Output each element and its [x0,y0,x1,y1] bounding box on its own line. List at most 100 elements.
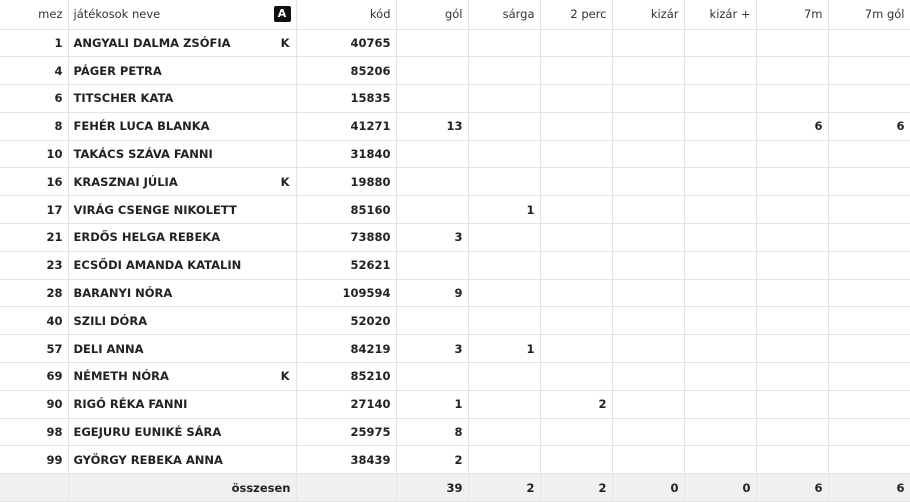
table-row[interactable]: 57 DELI ANNA 84219 3 1 [0,334,910,364]
table-row[interactable]: 99 GYÖRGY REBEKA ANNA 38439 2 [0,445,910,475]
cell-kizar [612,418,685,447]
table-row[interactable]: 6 TITSCHER KATA 15835 [0,84,910,113]
cell-2perc [540,56,613,86]
player-name[interactable]: SZILI DÓRA [74,314,148,328]
cell-7m-gol [828,362,910,391]
cell-sarga [468,29,541,58]
table-row[interactable]: 98 EGEJURU EUNIKÉ SÁRA 25975 8 [0,418,910,447]
player-name[interactable]: NÉMETH NÓRA [74,369,169,383]
cell-gol: 2 [396,445,469,475]
cell-mez: 16 [0,167,69,197]
table-row[interactable]: 69 NÉMETH NÓRA K 85210 [0,362,910,391]
player-name[interactable]: RIGÓ RÉKA FANNI [74,397,188,411]
table-row[interactable]: 21 ERDŐS HELGA REBEKA 73880 3 [0,223,910,252]
cell-2perc [540,334,613,364]
cell-mez: 40 [0,306,69,336]
table-row[interactable]: 17 VIRÁG CSENGE NIKOLETT 85160 1 [0,195,910,225]
table-row[interactable]: 40 SZILI DÓRA 52020 [0,306,910,336]
cell-gol [396,167,469,197]
player-name[interactable]: BARANYI NÓRA [74,286,173,300]
cell-kod: 73880 [296,223,397,252]
player-name[interactable]: PÁGER PETRA [74,64,162,78]
table-row[interactable]: 90 RIGÓ RÉKA FANNI 27140 1 2 [0,390,910,419]
kezdo-flag: K [280,369,290,384]
player-name[interactable]: ECSŐDI AMANDA KATALIN [74,258,242,272]
cell-mez: 98 [0,418,69,447]
table-row[interactable]: 23 ECSŐDI AMANDA KATALIN 52621 [0,251,910,280]
cell-gol: 13 [396,112,469,141]
cell-7m [756,362,829,391]
cell-7m-gol: 6 [828,112,910,141]
cell-7m-gol [828,306,910,336]
cell-7m-gol [828,223,910,252]
player-name[interactable]: ANGYALI DALMA ZSÓFIA [74,36,231,50]
cell-gol [396,84,469,113]
cell-kizar [612,306,685,336]
cell-7m [756,279,829,308]
cell-7m-gol [828,390,910,419]
team-a-badge: A [273,6,291,23]
cell-kod: 15835 [296,84,397,113]
cell-kizar-plus [684,223,757,252]
cell-name: ANGYALI DALMA ZSÓFIA K [68,29,297,58]
cell-gol [396,251,469,280]
cell-7m [756,390,829,419]
cell-mez: 10 [0,140,69,169]
player-name[interactable]: VIRÁG CSENGE NIKOLETT [74,203,237,217]
cell-name: TITSCHER KATA [68,84,297,113]
table-row[interactable]: 10 TAKÁCS SZÁVA FANNI 31840 [0,140,910,169]
table-row[interactable]: 8 FEHÉR LUCA BLANKA 41271 13 6 6 [0,112,910,141]
cell-mez: 23 [0,251,69,280]
cell-mez: 1 [0,29,69,58]
cell-7m-gol [828,195,910,225]
cell-kod: 52621 [296,251,397,280]
header-kod: kód [296,0,397,30]
player-name[interactable]: TAKÁCS SZÁVA FANNI [74,147,213,161]
player-name[interactable]: TITSCHER KATA [74,91,174,105]
cell-2perc: 2 [540,390,613,419]
header-2perc: 2 perc [540,0,613,30]
cell-kizar [612,390,685,419]
cell-7m-gol [828,334,910,364]
cell-kod: 25975 [296,418,397,447]
table-row[interactable]: 1 ANGYALI DALMA ZSÓFIA K 40765 [0,29,910,58]
totals-row: összesen 39 2 2 0 0 6 6 [0,473,910,502]
cell-sarga [468,445,541,475]
player-name[interactable]: KRASZNAI JÚLIA [74,175,178,189]
totals-spacer [0,473,69,502]
player-name[interactable]: FEHÉR LUCA BLANKA [74,119,210,133]
player-name[interactable]: EGEJURU EUNIKÉ SÁRA [74,425,222,439]
cell-mez: 99 [0,445,69,475]
cell-sarga [468,390,541,419]
cell-2perc [540,167,613,197]
cell-7m: 6 [756,112,829,141]
cell-kizar-plus [684,279,757,308]
cell-mez: 8 [0,112,69,141]
cell-sarga [468,140,541,169]
kezdo-flag: K [280,174,290,189]
cell-7m [756,334,829,364]
table-row[interactable]: 4 PÁGER PETRA 85206 [0,56,910,86]
header-gol: gól [396,0,469,30]
cell-kizar [612,29,685,58]
cell-sarga [468,84,541,113]
cell-2perc [540,84,613,113]
cell-sarga [468,306,541,336]
cell-kizar-plus [684,167,757,197]
cell-kizar-plus [684,195,757,225]
cell-kizar-plus [684,445,757,475]
player-name[interactable]: DELI ANNA [74,342,144,356]
cell-name: NÉMETH NÓRA K [68,362,297,391]
cell-gol [396,195,469,225]
totals-kizar: 0 [612,473,685,502]
cell-gol [396,362,469,391]
player-name[interactable]: GYÖRGY REBEKA ANNA [74,453,223,467]
cell-7m [756,167,829,197]
table-row[interactable]: 28 BARANYI NÓRA 109594 9 [0,279,910,308]
table-footer: összesen 39 2 2 0 0 6 6 [0,473,910,502]
cell-7m [756,29,829,58]
player-name[interactable]: ERDŐS HELGA REBEKA [74,230,221,244]
cell-2perc [540,251,613,280]
table-row[interactable]: 16 KRASZNAI JÚLIA K 19880 [0,167,910,197]
cell-kizar [612,445,685,475]
